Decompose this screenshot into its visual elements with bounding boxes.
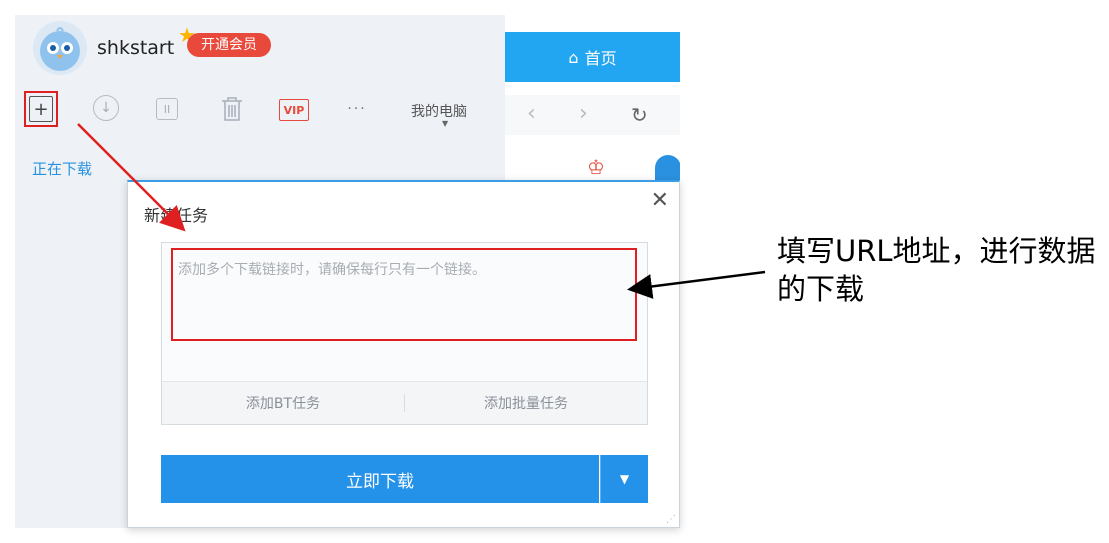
pause-button[interactable]: II — [156, 98, 178, 120]
bird-avatar-icon — [40, 27, 80, 71]
pause-icon: II — [163, 102, 171, 116]
close-icon[interactable]: ✕ — [651, 188, 669, 213]
annotation-text: 填写URL地址，进行数据的下载 — [777, 234, 1096, 306]
add-bt-task-button[interactable]: 添加BT任务 — [162, 382, 404, 424]
resize-grip-icon[interactable]: ⋰ — [666, 514, 676, 525]
back-icon[interactable]: ‹ — [527, 101, 536, 126]
download-options-button[interactable]: ▼ — [600, 455, 648, 503]
chevron-down-icon[interactable]: ▼ — [442, 119, 448, 128]
url-input-box: 添加BT任务 添加批量任务 — [161, 242, 648, 425]
home-icon: ⌂ — [568, 47, 579, 67]
download-now-button[interactable]: 立即下载 — [161, 455, 599, 503]
refresh-icon[interactable]: ↻ — [631, 103, 648, 127]
open-vip-button[interactable]: 开通会员 — [187, 33, 271, 57]
new-task-button[interactable]: + — [29, 96, 53, 122]
url-actions: 添加BT任务 添加批量任务 — [162, 381, 647, 424]
trash-icon — [222, 97, 242, 121]
more-button[interactable]: ··· — [343, 95, 371, 123]
download-arrow-icon: ↓ — [100, 100, 112, 116]
forward-icon[interactable]: › — [579, 101, 588, 126]
add-batch-task-button[interactable]: 添加批量任务 — [405, 382, 647, 424]
browser-nav: ‹ › ↻ — [505, 95, 680, 135]
tab-home[interactable]: ⌂ 首页 — [505, 32, 680, 82]
url-input[interactable] — [162, 243, 647, 381]
crown-icon: ♔ — [587, 155, 605, 179]
start-download-button[interactable]: ↓ — [93, 95, 119, 121]
app-header: shkstart ★ 开通会员 — [15, 15, 505, 83]
chevron-down-icon: ▼ — [619, 472, 630, 486]
dialog-title: 新建任务 — [144, 206, 209, 225]
delete-button[interactable] — [218, 95, 246, 123]
mascot-icon — [655, 155, 680, 181]
avatar[interactable] — [33, 21, 87, 75]
new-task-dialog: 新建任务 ✕ 添加BT任务 添加批量任务 立即下载 ▼ ⋰ — [127, 180, 680, 528]
device-selector[interactable]: 我的电脑 — [411, 101, 467, 121]
plus-icon: + — [33, 98, 49, 120]
tab-home-label: 首页 — [584, 49, 617, 68]
toolbar: + ↓ II VIP ··· 我的电脑 ▼ — [15, 83, 505, 135]
vip-icon[interactable]: VIP — [279, 99, 309, 121]
username: shkstart — [97, 37, 175, 59]
sidebar-item-downloading[interactable]: 正在下载 — [32, 158, 92, 179]
